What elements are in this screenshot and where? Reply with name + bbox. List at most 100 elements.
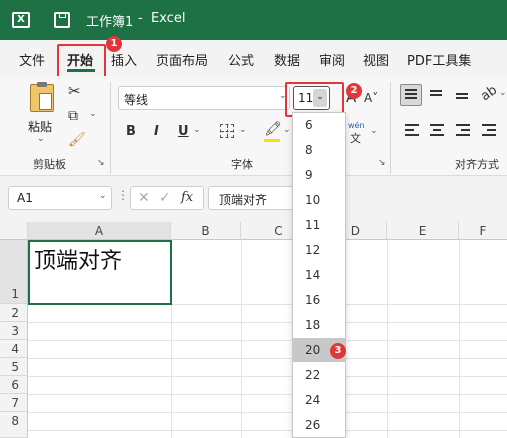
- phonetic-dropdown-icon[interactable]: ⌄: [370, 126, 378, 136]
- font-launcher-icon[interactable]: ↘: [378, 158, 386, 168]
- paste-dropdown-icon[interactable]: ⌄: [37, 134, 45, 144]
- formula-value: 顶端对齐: [219, 193, 268, 207]
- tab-pdf-tools[interactable]: PDF工具集: [407, 50, 471, 69]
- gridline: [387, 240, 388, 438]
- formula-controls: ✕ ✓ fx: [130, 186, 204, 210]
- column-header-e[interactable]: E: [387, 222, 459, 240]
- middle-align-icon[interactable]: [430, 87, 442, 101]
- fill-color-icon[interactable]: 🖍: [264, 121, 282, 137]
- tab-page-layout[interactable]: 页面布局: [156, 50, 208, 69]
- fill-color-dropdown-icon[interactable]: ⌄: [283, 125, 291, 135]
- name-box-value: A1: [17, 191, 33, 205]
- worksheet-grid[interactable]: A B C D E F 1 2 3 4 5 6 7 8 顶端对齐: [0, 222, 507, 438]
- font-size-option-11[interactable]: 11: [293, 213, 345, 237]
- font-size-option-16[interactable]: 16: [293, 288, 345, 312]
- column-header-f[interactable]: F: [459, 222, 507, 240]
- insert-function-button[interactable]: fx: [181, 190, 193, 205]
- align-center-icon[interactable]: [430, 124, 444, 136]
- row-header-7[interactable]: 7: [0, 394, 28, 412]
- name-box[interactable]: A1 ⌄: [8, 186, 112, 210]
- font-size-option-10[interactable]: 10: [293, 188, 345, 212]
- cut-icon[interactable]: ✂: [68, 82, 81, 100]
- align-right-icon[interactable]: [456, 124, 470, 136]
- underline-button[interactable]: U: [178, 124, 189, 139]
- copy-icon[interactable]: ⧉: [68, 108, 78, 124]
- font-group-label: 字体: [231, 158, 253, 171]
- enter-icon[interactable]: ✓: [159, 190, 171, 206]
- row-header-5[interactable]: 5: [0, 358, 28, 376]
- phonetic-guide-icon[interactable]: 文: [350, 130, 361, 146]
- underline-dropdown-icon[interactable]: ⌄: [193, 125, 201, 135]
- font-size-option-9[interactable]: 9: [293, 163, 345, 187]
- align-left-icon[interactable]: [405, 124, 419, 136]
- alignment-group-label: 对齐方式: [455, 158, 499, 171]
- bold-button[interactable]: B: [126, 124, 136, 139]
- row-header-1[interactable]: 1: [0, 240, 28, 304]
- workbook-title: 工作簿1: [86, 15, 134, 30]
- italic-button[interactable]: I: [154, 124, 159, 139]
- step-badge-1: 1: [106, 36, 122, 52]
- font-size-option-12[interactable]: 12: [293, 238, 345, 262]
- app-name: Excel: [151, 11, 186, 26]
- phonetic-label: wén: [348, 121, 365, 130]
- font-name-box[interactable]: 等线 ⌄: [118, 86, 290, 110]
- column-header-a[interactable]: A: [28, 222, 171, 240]
- gridline: [28, 430, 507, 431]
- excel-icon: X: [12, 12, 30, 28]
- shrink-font-icon[interactable]: A˅: [364, 91, 378, 105]
- cancel-icon[interactable]: ✕: [138, 190, 150, 206]
- gridline: [28, 412, 507, 413]
- tab-insert[interactable]: 插入: [111, 50, 137, 69]
- orientation-icon[interactable]: ab: [478, 83, 500, 105]
- step-badge-3: 3: [330, 343, 346, 359]
- clipboard-group-label: 剪贴板: [33, 158, 66, 171]
- tab-formulas[interactable]: 公式: [228, 50, 254, 69]
- formula-input[interactable]: 顶端对齐: [208, 186, 303, 210]
- row-header-3[interactable]: 3: [0, 322, 28, 340]
- paste-icon[interactable]: [30, 82, 54, 112]
- cell-a1-text: 顶端对齐: [34, 249, 123, 274]
- select-all-corner[interactable]: [0, 222, 28, 240]
- separator: [110, 82, 111, 174]
- separator: [390, 82, 391, 174]
- row-header-2[interactable]: 2: [0, 304, 28, 322]
- gridline: [28, 394, 507, 395]
- tab-file[interactable]: 文件: [19, 50, 45, 69]
- borders-dropdown-icon[interactable]: ⌄: [239, 125, 247, 135]
- name-box-dropdown-icon[interactable]: ⌄: [99, 191, 107, 201]
- font-size-option-22[interactable]: 22: [293, 363, 345, 387]
- font-size-option-26[interactable]: 26: [293, 413, 345, 437]
- format-painter-icon[interactable]: 🖌: [68, 132, 86, 148]
- row-header-4[interactable]: 4: [0, 340, 28, 358]
- font-size-option-24[interactable]: 24: [293, 388, 345, 412]
- tab-data[interactable]: 数据: [274, 50, 300, 69]
- row-header-8[interactable]: 8: [0, 412, 28, 438]
- ribbon: 粘贴 ⌄ ✂ ⧉ ⌄ 🖌 剪贴板 ↘ 等线 ⌄ 11 ⌄ A A˅ B I U …: [0, 76, 507, 176]
- gridline: [28, 340, 507, 341]
- gridline: [28, 358, 507, 359]
- font-size-option-14[interactable]: 14: [293, 263, 345, 287]
- font-name-value: 等线: [124, 93, 149, 107]
- fill-color-swatch: [264, 139, 280, 142]
- indent-icon[interactable]: [482, 124, 496, 136]
- copy-dropdown-icon[interactable]: ⌄: [89, 109, 97, 119]
- font-size-option-18[interactable]: 18: [293, 313, 345, 337]
- borders-icon[interactable]: [220, 124, 234, 138]
- clipboard-launcher-icon[interactable]: ↘: [97, 158, 105, 168]
- row-header-6[interactable]: 6: [0, 376, 28, 394]
- formula-bar: A1 ⌄ ⋮ ✕ ✓ fx 顶端对齐: [0, 176, 507, 222]
- orientation-dropdown-icon[interactable]: ⌄: [499, 88, 507, 98]
- bottom-align-icon[interactable]: [456, 87, 468, 101]
- tab-review[interactable]: 审阅: [319, 50, 345, 69]
- tab-view[interactable]: 视图: [363, 50, 389, 69]
- column-header-b[interactable]: B: [171, 222, 241, 240]
- font-size-option-6[interactable]: 6: [293, 113, 345, 137]
- font-size-option-8[interactable]: 8: [293, 138, 345, 162]
- top-align-button[interactable]: [400, 84, 422, 106]
- step-badge-2: 2: [346, 83, 362, 99]
- more-options-icon[interactable]: ⋮: [117, 188, 129, 202]
- title-bar: X 工作簿1 - Excel: [0, 0, 507, 40]
- paste-button[interactable]: 粘贴: [28, 118, 52, 135]
- save-icon[interactable]: [54, 12, 70, 28]
- font-size-dropdown: 6 8 9 10 11 12 14 16 18 20 22 24 26: [292, 112, 346, 438]
